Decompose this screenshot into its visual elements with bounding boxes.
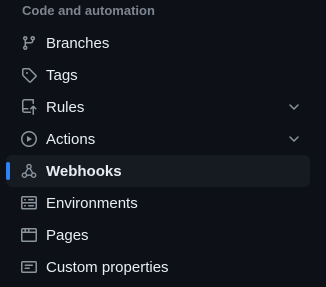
settings-nav: Branches Tags Rules Actions Webhooks Env…	[6, 27, 310, 283]
chevron-down-icon[interactable]	[286, 99, 302, 115]
nav-item-branches[interactable]: Branches	[6, 27, 310, 59]
nav-item-label: Environments	[46, 195, 138, 212]
note-icon	[21, 259, 37, 275]
nav-item-webhooks[interactable]: Webhooks	[6, 155, 310, 187]
nav-item-label: Actions	[46, 131, 96, 148]
git-branch-icon	[21, 35, 37, 51]
chevron-down-icon[interactable]	[286, 131, 302, 147]
nav-item-rules[interactable]: Rules	[6, 91, 310, 123]
nav-item-label: Webhooks	[46, 163, 122, 180]
nav-item-environments[interactable]: Environments	[6, 187, 310, 219]
nav-item-label: Tags	[46, 67, 78, 84]
nav-item-label: Pages	[46, 227, 89, 244]
active-indicator	[6, 162, 10, 180]
nav-item-actions[interactable]: Actions	[6, 123, 310, 155]
nav-item-pages[interactable]: Pages	[6, 219, 310, 251]
play-icon	[21, 131, 37, 147]
section-heading: Code and automation	[22, 3, 155, 18]
server-icon	[21, 195, 37, 211]
repo-push-icon	[21, 99, 37, 115]
nav-item-tags[interactable]: Tags	[6, 59, 310, 91]
browser-icon	[21, 227, 37, 243]
nav-item-label: Custom properties	[46, 259, 169, 276]
webhook-icon	[21, 163, 37, 179]
nav-item-custom-properties[interactable]: Custom properties	[6, 251, 310, 283]
tag-icon	[21, 67, 37, 83]
nav-item-label: Branches	[46, 35, 110, 52]
nav-item-label: Rules	[46, 99, 85, 116]
